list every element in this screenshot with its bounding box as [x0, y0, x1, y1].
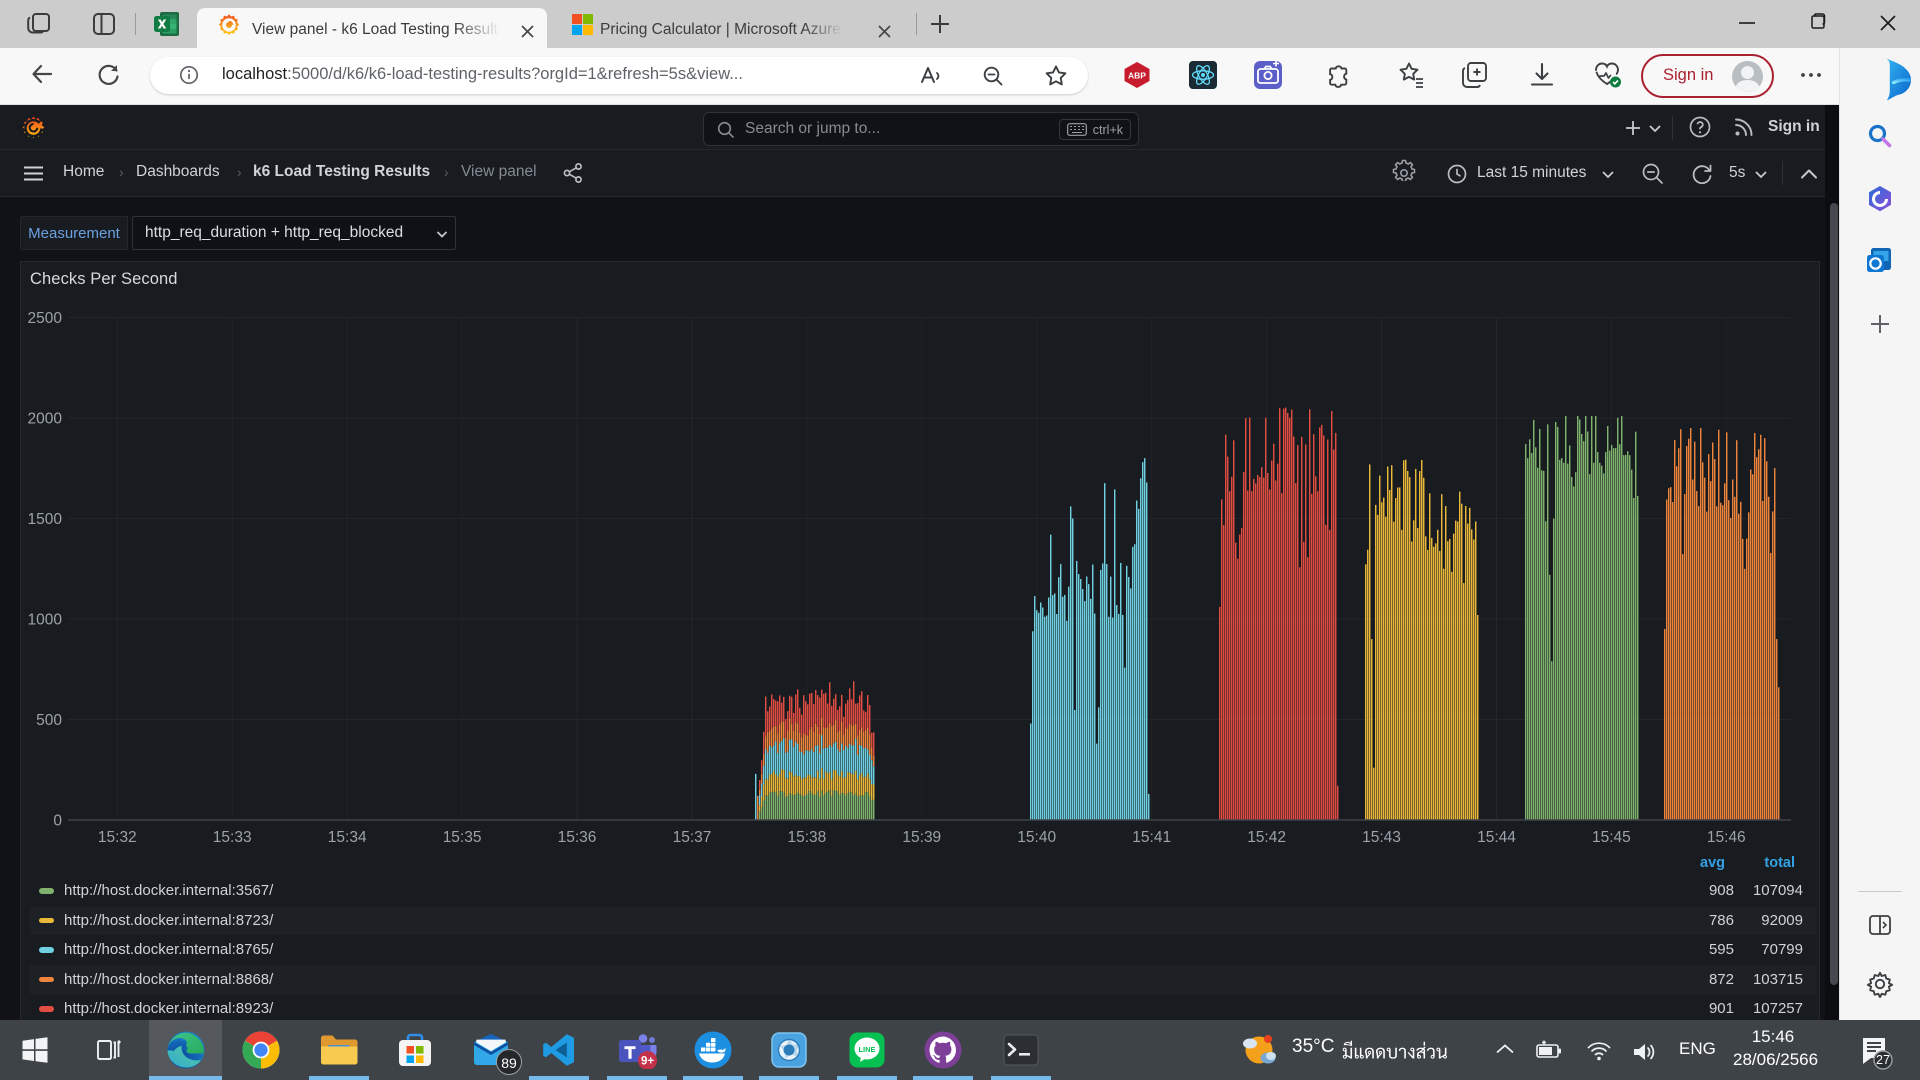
svg-text:ABP: ABP	[1128, 71, 1146, 81]
svg-text:15:43: 15:43	[1362, 829, 1401, 846]
svg-text:15:35: 15:35	[443, 829, 482, 846]
svg-text:1500: 1500	[28, 511, 63, 528]
svg-text:15:39: 15:39	[902, 829, 941, 846]
svg-text:15:40: 15:40	[1017, 829, 1056, 846]
svg-text:0: 0	[53, 813, 62, 830]
svg-text:15:44: 15:44	[1477, 829, 1516, 846]
svg-text:15:42: 15:42	[1247, 829, 1286, 846]
svg-text:27: 27	[1876, 1053, 1890, 1067]
svg-text:LINE: LINE	[858, 1045, 875, 1054]
svg-text:15:41: 15:41	[1132, 829, 1171, 846]
svg-text:15:33: 15:33	[213, 829, 252, 846]
svg-text:15:37: 15:37	[673, 829, 712, 846]
svg-text:1000: 1000	[28, 612, 63, 629]
svg-text:500: 500	[36, 712, 62, 729]
svg-text:2500: 2500	[28, 310, 63, 327]
svg-text:2000: 2000	[28, 411, 63, 428]
svg-text:15:45: 15:45	[1592, 829, 1631, 846]
svg-text:15:36: 15:36	[558, 829, 597, 846]
svg-text:15:38: 15:38	[788, 829, 827, 846]
svg-text:15:34: 15:34	[328, 829, 367, 846]
svg-text:9+: 9+	[640, 1056, 653, 1068]
svg-text:15:32: 15:32	[98, 829, 137, 846]
svg-text:15:46: 15:46	[1707, 829, 1746, 846]
